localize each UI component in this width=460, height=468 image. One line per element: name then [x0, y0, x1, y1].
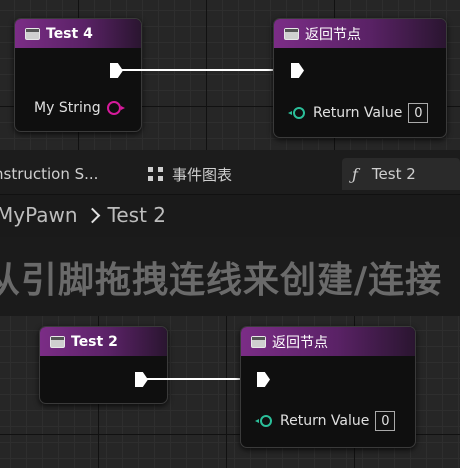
- param-label: My String: [34, 100, 101, 116]
- hint-banner: 从引脚拖拽连线来创建/连接: [0, 237, 460, 316]
- return-value-input[interactable]: 0: [375, 411, 396, 431]
- function-entry-node-test2[interactable]: Test 2: [39, 326, 168, 404]
- node-header[interactable]: Test 2: [40, 327, 167, 356]
- tab-event-graph[interactable]: 事件图表: [148, 158, 232, 190]
- function-icon: [50, 335, 65, 348]
- return-value-row: Return Value 0: [255, 411, 396, 431]
- return-value-pin[interactable]: [288, 107, 305, 119]
- breadcrumb: MyPawn Test 2: [0, 195, 460, 235]
- return-value-label: Return Value: [280, 413, 370, 429]
- node-header[interactable]: 返回节点: [241, 327, 415, 356]
- node-title: 返回节点: [305, 26, 361, 43]
- chevron-right-icon: [84, 207, 100, 223]
- return-value-label: Return Value: [313, 105, 403, 121]
- function-icon: [284, 27, 299, 40]
- function-icon: [25, 27, 40, 40]
- return-node-bottom[interactable]: 返回节点 Return Value 0: [240, 326, 416, 448]
- exec-in-pin[interactable]: [291, 63, 304, 78]
- return-value-input[interactable]: 0: [408, 103, 429, 123]
- function-entry-node-test4[interactable]: Test 4 My String: [14, 18, 142, 132]
- tab-construction-script[interactable]: nstruction S...: [0, 158, 98, 190]
- tab-label: Test 2: [371, 165, 416, 183]
- node-header[interactable]: Test 4: [15, 19, 141, 48]
- node-header[interactable]: 返回节点: [274, 19, 446, 48]
- hint-text: 从引脚拖拽连线来创建/连接: [0, 260, 443, 301]
- exec-wire: [121, 69, 291, 71]
- exec-in-pin[interactable]: [257, 372, 270, 387]
- tab-test-2[interactable]: ƒ Test 2: [342, 158, 460, 190]
- node-title: Test 4: [46, 25, 93, 42]
- tab-label: 事件图表: [172, 165, 233, 184]
- return-node-top[interactable]: 返回节点 Return Value 0: [273, 18, 447, 138]
- param-row-my-string: My String: [34, 100, 125, 116]
- string-pin[interactable]: [106, 101, 125, 115]
- function-icon: [251, 335, 266, 348]
- node-title: 返回节点: [272, 334, 328, 351]
- document-tab-bar: nstruction S... 事件图表 ƒ Test 2: [0, 150, 460, 195]
- return-value-row: Return Value 0: [288, 103, 429, 123]
- event-graph-icon: [148, 167, 164, 181]
- function-f-icon: ƒ: [352, 164, 358, 184]
- breadcrumb-current: Test 2: [107, 203, 167, 227]
- tab-label: nstruction S...: [0, 165, 99, 183]
- breadcrumb-parent[interactable]: MyPawn: [0, 203, 78, 227]
- node-title: Test 2: [71, 333, 118, 350]
- return-value-pin[interactable]: [255, 415, 272, 427]
